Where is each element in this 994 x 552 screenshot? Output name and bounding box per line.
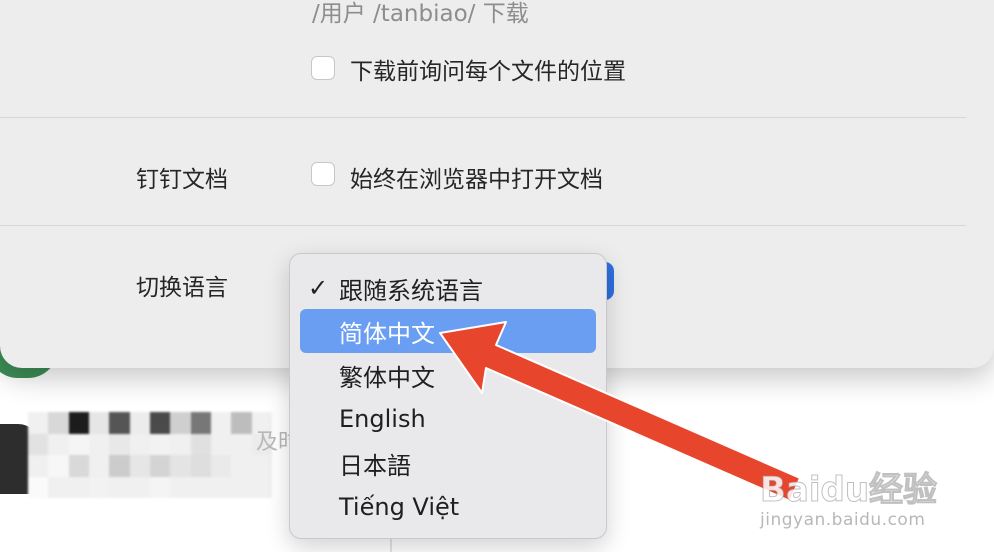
watermark-logo: Baidu经验	[759, 470, 938, 511]
watermark: Baidu经验 jingyan.baidu.com	[759, 440, 990, 540]
watermark-url: jingyan.baidu.com	[760, 510, 926, 530]
